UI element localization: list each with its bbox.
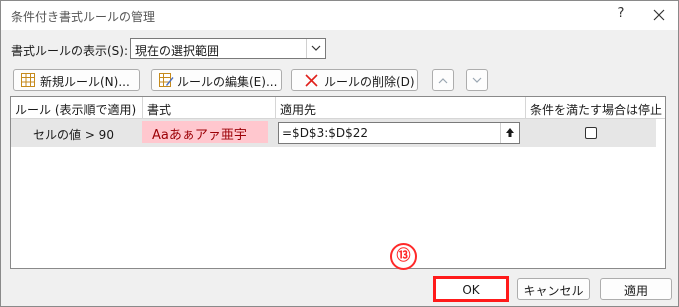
edit-rule-button[interactable]: ルールの編集(E)... xyxy=(151,69,282,91)
delete-rule-label: ルールの削除(D) xyxy=(324,75,415,89)
column-header-format-label: 書式 xyxy=(147,103,172,117)
edit-rule-label: ルールの編集(E)... xyxy=(177,75,278,89)
move-up-button[interactable] xyxy=(432,69,454,91)
format-preview-text: Aaあぁアァ亜宇 xyxy=(152,128,247,143)
cancel-label: キャンセル xyxy=(523,284,584,298)
dropdown-arrow[interactable] xyxy=(306,39,325,58)
help-button[interactable]: ? xyxy=(611,6,631,21)
column-header-rule-label: ルール (表示順で適用) xyxy=(15,103,137,117)
show-rules-label: 書式ルールの表示(S): xyxy=(11,44,129,58)
show-rules-value: 現在の選択範囲 xyxy=(135,44,220,58)
rule-description: セルの値 > 90 xyxy=(33,128,114,142)
rules-table: ルール (表示順で適用) 書式 適用先 条件を満たす場合は停止 セルの値 > 9… xyxy=(10,96,666,269)
column-header-applies-to: 適用先 xyxy=(276,97,526,119)
title-bar: 条件付き書式ルールの管理 ? xyxy=(1,1,678,30)
cancel-button[interactable]: キャンセル xyxy=(517,278,590,300)
column-header-rule: ルール (表示順で適用) xyxy=(11,97,143,119)
column-header-format: 書式 xyxy=(143,97,276,119)
collapse-dialog-button[interactable] xyxy=(500,123,519,143)
step-number-annotation: ⑬ xyxy=(390,243,417,270)
collapse-dialog-icon xyxy=(506,128,514,137)
chevron-down-icon xyxy=(472,77,482,83)
conditional-formatting-rules-manager-dialog: 条件付き書式ルールの管理 ? 書式ルールの表示(S): 現在の選択範囲 新規ルー… xyxy=(0,0,679,307)
column-header-stop-if-true-label: 条件を満たす場合は停止 xyxy=(530,103,663,117)
applies-to-input[interactable]: =$D$3:$D$22 xyxy=(278,122,520,144)
show-rules-dropdown[interactable]: 現在の選択範囲 xyxy=(130,38,326,59)
new-rule-icon xyxy=(21,73,35,87)
format-preview: Aaあぁアァ亜宇 xyxy=(142,121,268,143)
apply-button[interactable]: 適用 xyxy=(600,278,672,300)
chevron-up-icon xyxy=(438,78,448,84)
close-icon xyxy=(653,9,665,21)
ok-label: OK xyxy=(462,283,480,297)
apply-label: 適用 xyxy=(623,284,648,298)
table-row[interactable]: セルの値 > 90 Aaあぁアァ亜宇 =$D$3:$D$22 xyxy=(11,119,656,147)
delete-icon xyxy=(305,74,318,87)
move-down-button[interactable] xyxy=(466,69,488,91)
window-title: 条件付き書式ルールの管理 xyxy=(11,10,156,24)
stop-if-true-checkbox[interactable] xyxy=(585,127,597,139)
applies-to-value: =$D$3:$D$22 xyxy=(282,126,369,140)
new-rule-label: 新規ルール(N)... xyxy=(40,75,130,89)
close-button[interactable] xyxy=(645,3,673,27)
ok-button[interactable]: OK xyxy=(433,276,509,302)
column-header-stop-if-true: 条件を満たす場合は停止 xyxy=(526,97,665,119)
new-rule-button[interactable]: 新規ルール(N)... xyxy=(13,69,140,91)
edit-rule-icon xyxy=(159,73,174,87)
delete-rule-button[interactable]: ルールの削除(D) xyxy=(291,69,418,91)
column-header-applies-to-label: 適用先 xyxy=(280,103,317,117)
chevron-down-icon xyxy=(311,45,321,51)
